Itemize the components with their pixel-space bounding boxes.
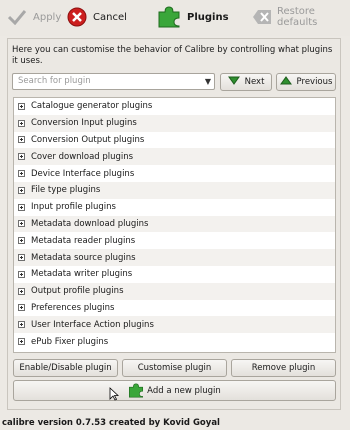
- tree-item-label: ePub Fixer plugins: [31, 336, 109, 347]
- restore-label: Restore defaults: [277, 6, 318, 28]
- tree-item[interactable]: Metadata reader plugins: [14, 232, 335, 249]
- tree-item-label: Conversion Output plugins: [31, 134, 145, 145]
- enable-disable-button[interactable]: Enable/Disable plugin: [13, 359, 118, 377]
- search-placeholder: Search for plugin: [18, 76, 91, 86]
- expand-icon[interactable]: [18, 119, 25, 127]
- add-plugin-label: Add a new plugin: [147, 385, 221, 396]
- expand-icon[interactable]: [18, 153, 25, 161]
- tree-item-label: File type plugins: [31, 185, 101, 196]
- tree-item[interactable]: Catalogue generator plugins: [14, 98, 335, 115]
- tree-item-label: Output profile plugins: [31, 286, 124, 297]
- puzzle-piece-icon: [128, 383, 144, 398]
- tree-item[interactable]: Input profile plugins: [14, 199, 335, 216]
- expand-icon[interactable]: [18, 203, 25, 211]
- tree-item[interactable]: Conversion Input plugins: [14, 114, 335, 132]
- tree-item-label: Metadata download plugins: [31, 218, 149, 229]
- tree-item[interactable]: Metadata writer plugins: [14, 266, 335, 283]
- next-label: Next: [244, 77, 265, 87]
- clear-icon: [252, 6, 272, 28]
- tree-item[interactable]: Preferences plugins: [14, 300, 335, 317]
- tree-item-label: Device Interface plugins: [31, 168, 135, 179]
- cancel-button[interactable]: Cancel: [66, 6, 127, 28]
- customise-button[interactable]: Customise plugin: [122, 359, 227, 377]
- toolbar: Apply Cancel Plugins Restore defaults: [0, 0, 350, 36]
- add-plugin-button[interactable]: Add a new plugin: [13, 380, 336, 401]
- expand-icon[interactable]: [18, 287, 25, 295]
- cancel-icon: [66, 6, 88, 28]
- tree-item[interactable]: File type plugins: [14, 181, 335, 199]
- tree-item[interactable]: User Interface Action plugins: [14, 316, 335, 334]
- previous-button[interactable]: Previous: [276, 73, 336, 91]
- tree-item-label: Preferences plugins: [31, 302, 115, 313]
- tree-item-label: Metadata writer plugins: [31, 269, 133, 280]
- plugins-tab[interactable]: Plugins: [156, 6, 229, 28]
- apply-label: Apply: [33, 11, 62, 23]
- tree-item[interactable]: Device Interface plugins: [14, 165, 335, 182]
- apply-button[interactable]: Apply: [6, 6, 61, 28]
- tree-item-label: Conversion Input plugins: [31, 118, 137, 129]
- tree-item[interactable]: Metadata download plugins: [14, 215, 335, 233]
- plugin-tree[interactable]: Catalogue generator plugins Conversion I…: [13, 97, 336, 353]
- arrow-up-icon: [279, 76, 292, 88]
- expand-icon[interactable]: [18, 136, 25, 144]
- plugins-label: Plugins: [187, 11, 229, 23]
- puzzle-piece-icon: [156, 5, 182, 29]
- tree-item-label: User Interface Action plugins: [31, 319, 154, 330]
- restore-defaults-button[interactable]: Restore defaults: [252, 6, 350, 28]
- expand-icon[interactable]: [18, 237, 25, 245]
- expand-icon[interactable]: [18, 338, 25, 346]
- expand-icon[interactable]: [18, 170, 25, 178]
- next-button[interactable]: Next: [220, 73, 272, 91]
- expand-icon[interactable]: [18, 102, 25, 110]
- tree-item-label: Metadata reader plugins: [31, 235, 136, 246]
- expand-icon[interactable]: [18, 270, 25, 278]
- expand-icon[interactable]: [18, 254, 25, 262]
- mouse-cursor-icon: [109, 386, 120, 401]
- cancel-label: Cancel: [93, 11, 127, 23]
- tree-item[interactable]: Metadata source plugins: [14, 249, 335, 266]
- description-text: Here you can customise the behavior of C…: [12, 45, 333, 66]
- chevron-down-icon[interactable]: ▼: [205, 74, 211, 89]
- tree-item-label: Input profile plugins: [31, 202, 116, 213]
- enable-disable-label: Enable/Disable plugin: [19, 363, 112, 373]
- search-input[interactable]: Search for plugin ▼: [12, 73, 215, 90]
- tree-item[interactable]: Cover download plugins: [14, 148, 335, 166]
- expand-icon[interactable]: [18, 220, 25, 228]
- tree-item-label: Metadata source plugins: [31, 252, 136, 263]
- expand-icon[interactable]: [18, 186, 25, 194]
- tree-item-label: Cover download plugins: [31, 151, 134, 162]
- status-bar: calibre version 0.7.53 created by Kovid …: [2, 418, 220, 428]
- tree-item-label: Catalogue generator plugins: [31, 101, 153, 112]
- expand-icon[interactable]: [18, 304, 25, 312]
- tree-item[interactable]: Conversion Output plugins: [14, 132, 335, 149]
- previous-label: Previous: [296, 77, 333, 87]
- arrow-down-icon: [227, 76, 240, 88]
- tree-item[interactable]: ePub Fixer plugins: [14, 333, 335, 350]
- remove-label: Remove plugin: [251, 363, 316, 373]
- tree-item[interactable]: Output profile plugins: [14, 282, 335, 300]
- customise-label: Customise plugin: [137, 363, 212, 373]
- remove-button[interactable]: Remove plugin: [231, 359, 336, 377]
- checkmark-icon: [6, 6, 28, 28]
- expand-icon[interactable]: [18, 321, 25, 329]
